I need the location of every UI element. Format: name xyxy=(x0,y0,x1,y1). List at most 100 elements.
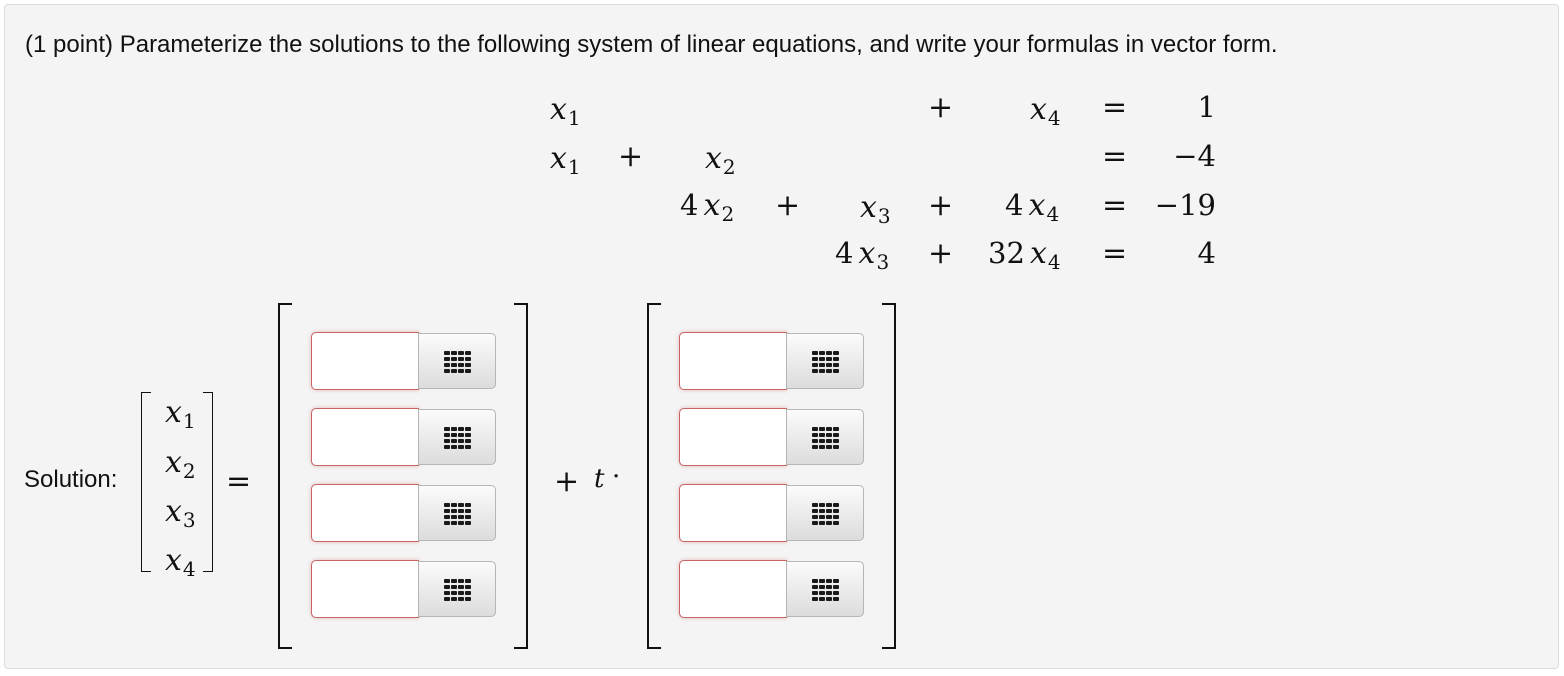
grid-cell xyxy=(444,369,450,373)
grid-cell xyxy=(444,591,450,595)
grid-cell xyxy=(826,439,832,443)
vector2-entry-3 xyxy=(679,484,865,542)
r3-plus-a: + xyxy=(775,188,801,223)
vector1-input-3[interactable] xyxy=(311,484,419,542)
grid-cell xyxy=(819,521,825,525)
grid-cell xyxy=(826,515,832,519)
grid-cell xyxy=(451,439,457,443)
grid-cell xyxy=(812,363,818,367)
grid-cell xyxy=(826,445,832,449)
grid-cell xyxy=(812,357,818,361)
r2-x1: x1 xyxy=(550,141,581,179)
plus-sign: + xyxy=(554,464,580,499)
var-x2: x2 xyxy=(165,445,196,483)
grid-cell xyxy=(826,509,832,513)
grid-cell xyxy=(826,357,832,361)
grid-cell xyxy=(826,585,832,589)
grid-cell xyxy=(812,351,818,355)
grid-cell xyxy=(465,439,471,443)
palette-button[interactable] xyxy=(418,409,496,465)
grid-cell xyxy=(451,579,457,583)
grid-cell xyxy=(465,579,471,583)
grid-cell xyxy=(819,363,825,367)
grid-palette-icon xyxy=(444,351,472,373)
vector2-entry-2 xyxy=(679,408,865,466)
grid-cell xyxy=(812,433,818,437)
grid-cell xyxy=(451,515,457,519)
grid-cell xyxy=(819,357,825,361)
grid-cell xyxy=(458,515,464,519)
grid-cell xyxy=(826,433,832,437)
grid-cell xyxy=(451,597,457,601)
solution-equals: = xyxy=(226,464,252,499)
vector1-entry-2 xyxy=(311,408,497,466)
grid-cell xyxy=(465,433,471,437)
palette-button[interactable] xyxy=(418,333,496,389)
grid-cell xyxy=(833,351,839,355)
grid-cell xyxy=(819,445,825,449)
palette-button[interactable] xyxy=(418,561,496,617)
var-x1: x1 xyxy=(165,395,196,433)
grid-cell xyxy=(833,363,839,367)
vector1-input-1[interactable] xyxy=(311,332,419,390)
vector1-input-4[interactable] xyxy=(311,560,419,618)
var-x3: x3 xyxy=(165,494,196,532)
r4-term-x3: 4 x3 xyxy=(835,236,890,274)
grid-cell xyxy=(812,585,818,589)
times-dot: · xyxy=(612,462,621,492)
grid-cell xyxy=(465,597,471,601)
grid-palette-icon xyxy=(812,503,840,525)
vector1-input-2[interactable] xyxy=(311,408,419,466)
r1-rhs: 1 xyxy=(1197,90,1216,124)
grid-cell xyxy=(819,503,825,507)
grid-cell xyxy=(812,515,818,519)
r1-x1: x1 xyxy=(550,92,581,130)
r2-rhs: −4 xyxy=(1173,139,1216,173)
grid-cell xyxy=(444,579,450,583)
palette-button[interactable] xyxy=(786,485,864,541)
grid-cell xyxy=(444,445,450,449)
palette-button[interactable] xyxy=(786,409,864,465)
grid-cell xyxy=(458,509,464,513)
r2-x2: x2 xyxy=(705,141,736,179)
grid-cell xyxy=(451,521,457,525)
grid-cell xyxy=(451,585,457,589)
r4-equals: = xyxy=(1102,236,1128,271)
grid-cell xyxy=(826,363,832,367)
grid-cell xyxy=(458,503,464,507)
grid-palette-icon xyxy=(444,579,472,601)
grid-cell xyxy=(458,445,464,449)
palette-button[interactable] xyxy=(786,561,864,617)
grid-cell xyxy=(458,591,464,595)
grid-cell xyxy=(451,503,457,507)
grid-cell xyxy=(819,439,825,443)
vector2-input-3[interactable] xyxy=(679,484,787,542)
grid-cell xyxy=(465,585,471,589)
grid-cell xyxy=(458,357,464,361)
grid-palette-icon xyxy=(812,579,840,601)
grid-cell xyxy=(833,509,839,513)
vector2-input-4[interactable] xyxy=(679,560,787,618)
grid-cell xyxy=(444,363,450,367)
grid-cell xyxy=(465,357,471,361)
r4-plus: + xyxy=(928,236,954,271)
r3-equals: = xyxy=(1102,188,1128,223)
grid-cell xyxy=(826,503,832,507)
grid-cell xyxy=(833,515,839,519)
vector2-input-2[interactable] xyxy=(679,408,787,466)
vector2-input-1[interactable] xyxy=(679,332,787,390)
r3-term-x4: 4 x4 xyxy=(1005,188,1060,226)
grid-cell xyxy=(812,445,818,449)
grid-palette-icon xyxy=(812,427,840,449)
grid-cell xyxy=(819,509,825,513)
grid-cell xyxy=(826,521,832,525)
vector1-left-bracket xyxy=(278,303,292,649)
grid-cell xyxy=(444,521,450,525)
grid-cell xyxy=(444,357,450,361)
palette-button[interactable] xyxy=(786,333,864,389)
palette-button[interactable] xyxy=(418,485,496,541)
grid-cell xyxy=(465,503,471,507)
r1-equals: = xyxy=(1102,90,1128,125)
grid-cell xyxy=(812,509,818,513)
var-vector-right-bracket xyxy=(203,392,213,572)
